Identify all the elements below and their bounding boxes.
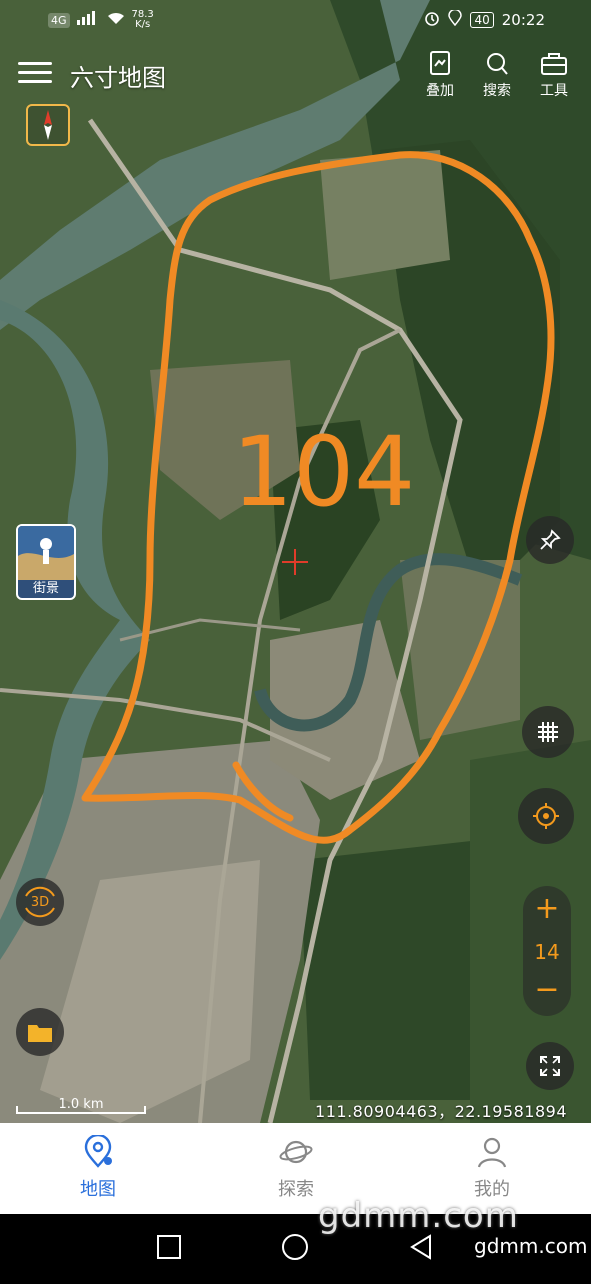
status-time: 20:22 <box>501 11 545 29</box>
search-button[interactable]: 搜索 <box>472 50 522 100</box>
locate-button[interactable] <box>518 788 574 844</box>
layers-icon <box>430 51 450 75</box>
wifi-icon <box>106 10 126 30</box>
alarm-icon <box>424 10 440 30</box>
watermark-small: gdmm.com <box>474 1234 588 1258</box>
menu-icon <box>18 62 52 65</box>
home-icon[interactable] <box>282 1234 308 1260</box>
recent-apps-icon[interactable] <box>157 1235 181 1259</box>
toolbox-icon <box>541 53 567 75</box>
menu-button[interactable] <box>18 58 52 84</box>
overlay-button[interactable]: 叠加 <box>415 50 465 100</box>
network-indicator: 4G <box>48 12 70 28</box>
user-icon <box>477 1137 507 1168</box>
tools-button[interactable]: 工具 <box>529 50 579 100</box>
planet-icon <box>279 1140 313 1164</box>
nav-item-profile[interactable]: 我的 <box>432 1135 552 1201</box>
zoom-control: + 14 − <box>523 886 571 1016</box>
map-pin-icon <box>84 1135 112 1168</box>
grid-icon <box>538 722 558 742</box>
zoom-in-button[interactable]: + <box>523 886 571 934</box>
nav-item-map[interactable]: 地图 <box>38 1135 158 1201</box>
grid-toggle-button[interactable] <box>522 706 574 758</box>
zoom-out-button[interactable]: − <box>523 968 571 1016</box>
back-icon[interactable] <box>410 1234 431 1260</box>
zoom-level: 14 <box>534 940 560 964</box>
satellite-map[interactable]: 104 4G 78.3 K/s 40 20:22 六寸地图 叠加 搜索 工具 街… <box>0 0 591 1123</box>
nav-label-explore: 探索 <box>278 1179 314 1200</box>
drawn-number-annotation: 104 <box>232 416 415 528</box>
folder-icon <box>28 1025 52 1042</box>
coordinates-readout: 111.80904463，22.19581894 <box>315 1102 567 1121</box>
pin-button[interactable] <box>526 516 574 564</box>
compass-icon <box>44 110 52 140</box>
fullscreen-button[interactable] <box>526 1042 574 1090</box>
scale-bar: 1.0 km <box>16 1098 146 1114</box>
network-speed-unit: K/s <box>135 19 151 30</box>
satellite-imagery: 104 <box>0 0 591 1123</box>
nav-label-map: 地图 <box>80 1179 116 1200</box>
overlay-label: 叠加 <box>426 83 454 99</box>
network-speed: 78.3 K/s <box>132 10 154 30</box>
fullscreen-icon <box>540 1056 560 1076</box>
folder-button[interactable] <box>16 1008 64 1056</box>
signal-icon <box>76 10 100 30</box>
3d-view-button[interactable]: 3D <box>16 878 64 926</box>
street-view-label: 街景 <box>32 581 59 596</box>
compass-button[interactable] <box>26 104 70 146</box>
location-icon <box>448 8 463 30</box>
app-title: 六寸地图 <box>70 64 166 92</box>
3d-label: 3D <box>30 894 50 910</box>
menu-icon-line <box>18 71 52 74</box>
status-bar: 4G 78.3 K/s 40 20:22 <box>0 0 591 40</box>
search-label: 搜索 <box>483 83 511 99</box>
watermark-large: gdmm.com <box>318 1196 519 1236</box>
battery-level: 40 <box>470 12 494 28</box>
locate-target-icon <box>533 803 559 829</box>
scale-label: 1.0 km <box>58 1097 104 1112</box>
top-toolbar: 六寸地图 叠加 搜索 工具 <box>0 48 591 102</box>
search-icon <box>487 53 508 75</box>
nav-item-explore[interactable]: 探索 <box>236 1135 356 1201</box>
street-view-button[interactable]: 街景 <box>16 524 76 600</box>
menu-icon-line <box>18 80 52 83</box>
street-view-icon <box>18 526 74 580</box>
tools-label: 工具 <box>540 83 568 99</box>
pushpin-icon <box>540 529 561 550</box>
